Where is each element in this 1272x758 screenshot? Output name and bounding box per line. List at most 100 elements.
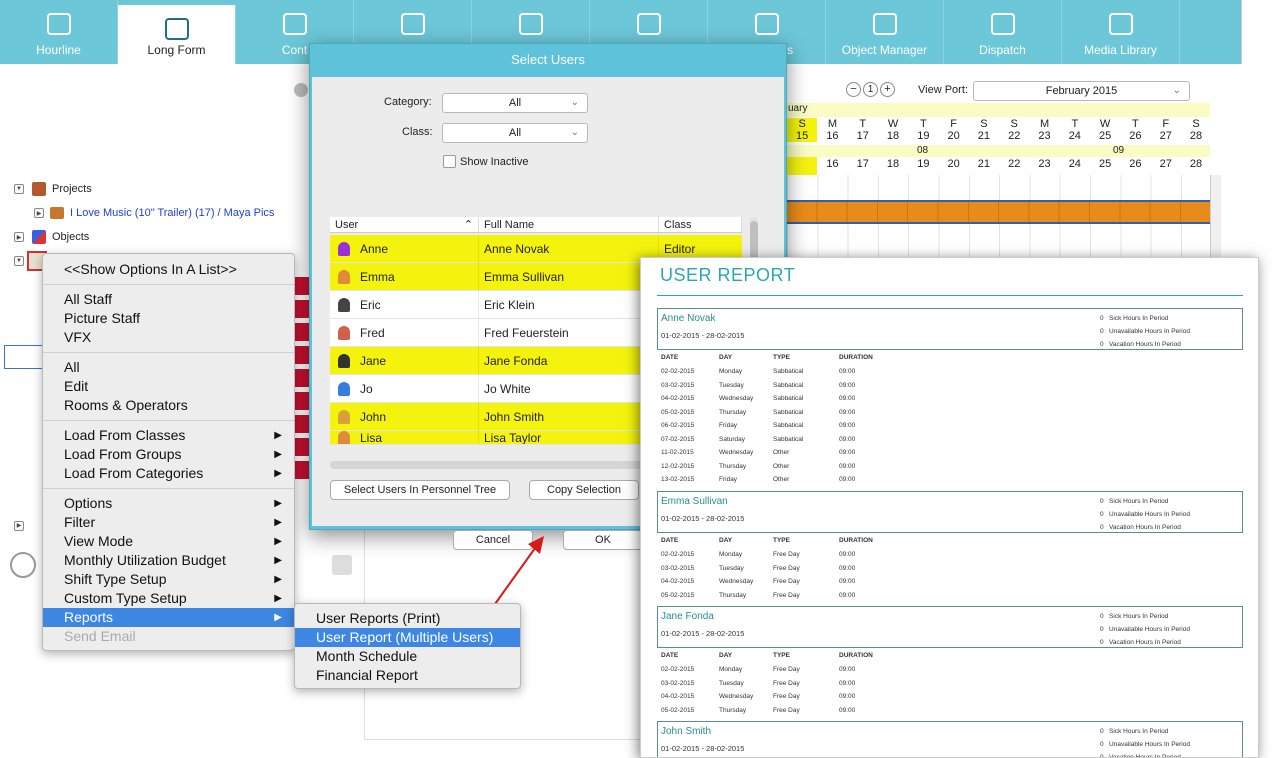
viewport-select[interactable]: February 2015 ⌄ — [973, 81, 1190, 101]
menu-item[interactable]: Options ▶ — [43, 494, 294, 513]
table-hscrollbar[interactable] — [330, 461, 660, 469]
expand-toggle-icon[interactable]: ▶ — [14, 232, 24, 242]
copy-selection-button[interactable]: Copy Selection — [529, 480, 639, 500]
menu-item[interactable]: <<Show Options In A List>> — [43, 260, 294, 279]
submenu-arrow-icon: ▶ — [274, 449, 282, 460]
report-cell: Other — [773, 449, 790, 456]
report-cell: 09:00 — [839, 679, 856, 687]
menu-item[interactable]: View Mode ▶ — [43, 532, 294, 551]
class-value: All — [508, 127, 522, 139]
zoom-icon[interactable] — [332, 555, 352, 575]
report-cell: 09:00 — [839, 591, 856, 599]
user-icon — [338, 353, 350, 368]
stat-value: 0 — [1100, 341, 1104, 348]
zoom-out-icon[interactable]: − — [846, 82, 861, 97]
menu-item[interactable]: All — [43, 358, 294, 377]
report-cell: 09:00 — [839, 693, 856, 700]
cell-user: Eric — [360, 297, 381, 312]
menu-item-label: Load From Classes — [64, 427, 186, 443]
cell-full-name: Fred Feuerstein — [484, 325, 569, 340]
report-cell: Monday — [719, 551, 743, 558]
report-user-box: Anne Novak 01-02-2015 - 28-02-2015 0 Sic… — [657, 308, 1243, 350]
menu-item[interactable]: Load From Categories ▶ — [43, 464, 294, 483]
zoom-in-icon[interactable]: + — [880, 82, 895, 97]
column-header-class[interactable]: Class — [659, 217, 742, 232]
tab-label: Object Manager — [841, 43, 928, 57]
tree-row-projects[interactable]: ▼ Projects — [14, 177, 304, 201]
expand-toggle-icon[interactable]: ▶ — [14, 520, 24, 531]
stat-value: 0 — [1100, 328, 1104, 335]
menu-item[interactable]: Monthly Utilization Budget ▶ — [43, 551, 294, 570]
submenu-item[interactable]: User Reports (Print) — [295, 609, 520, 628]
collapse-toggle-icon[interactable]: ▼ — [14, 184, 24, 194]
collapse-toggle-icon[interactable]: ▼ — [14, 256, 24, 266]
submenu-item[interactable]: Financial Report — [295, 666, 520, 685]
cell-full-name: Jane Fonda — [484, 353, 548, 368]
day-number: 23 — [1038, 158, 1051, 170]
category-label: Category: — [384, 96, 432, 108]
user-icon — [338, 325, 350, 340]
menu-item[interactable]: Filter ▶ — [43, 513, 294, 532]
menu-item[interactable]: VFX — [43, 328, 294, 347]
search-icon[interactable] — [294, 83, 308, 97]
tab-1[interactable]: Long Form — [118, 5, 236, 64]
show-inactive-checkbox[interactable] — [443, 155, 456, 168]
menu-item[interactable]: Custom Type Setup ▶ — [43, 589, 294, 608]
submenu-arrow-icon: ▶ — [274, 593, 282, 604]
calendar-scrollbar[interactable] — [1210, 175, 1221, 257]
column-header-user[interactable]: User ⌃ — [330, 217, 479, 232]
top-navigation-spacer — [1241, 0, 1272, 64]
report-cell: Tuesday — [719, 564, 744, 572]
submenu-item[interactable]: Month Schedule — [295, 647, 520, 666]
select-in-tree-button[interactable]: Select Users In Personnel Tree — [330, 480, 510, 500]
user-report-preview: USER REPORT Anne Novak 01-02-2015 - 28-0… — [640, 257, 1259, 758]
menu-item[interactable]: Reports ▶ — [43, 608, 294, 627]
report-cell: 05-02-2015 — [661, 706, 695, 714]
tree-label-project-item[interactable]: I Love Music (10" Trailer) (17) / Maya P… — [70, 207, 274, 219]
menu-item-label: All — [64, 359, 80, 375]
menu-item[interactable]: Load From Groups ▶ — [43, 445, 294, 464]
report-divider — [657, 295, 1243, 296]
tab-9[interactable]: Media Library — [1062, 0, 1180, 64]
tab-8[interactable]: Dispatch — [944, 0, 1062, 64]
day-number: 27 — [1159, 158, 1172, 170]
menu-item[interactable]: Picture Staff — [43, 309, 294, 328]
menu-item[interactable]: Shift Type Setup ▶ — [43, 570, 294, 589]
column-header-full-name[interactable]: Full Name — [479, 217, 659, 232]
ok-button[interactable]: OK — [563, 530, 643, 550]
tree-row-objects[interactable]: ▶ Objects — [14, 225, 304, 249]
report-col-head: DATE — [661, 354, 679, 361]
report-cell: 06-02-2015 — [661, 422, 695, 429]
menu-item[interactable]: Rooms & Operators — [43, 396, 294, 415]
stat-label: Vacation Hours In Period — [1109, 341, 1181, 348]
report-cell: 09:00 — [839, 408, 856, 416]
tab-7[interactable]: Object Manager — [826, 0, 944, 64]
menu-item-label: Options — [64, 495, 113, 511]
chevron-down-icon: ⌄ — [1172, 85, 1181, 96]
report-cell: Sabbatical — [773, 368, 804, 375]
menu-item[interactable]: Load From Classes ▶ — [43, 426, 294, 445]
stat-value: 0 — [1100, 626, 1104, 633]
tab-0[interactable]: Hourline — [0, 0, 118, 64]
cell-user: Jo — [360, 381, 373, 396]
report-stats: 0 Sick Hours In Period 0 Unavailable Hour… — [1100, 610, 1234, 649]
cell-full-name: John Smith — [484, 409, 545, 424]
booking-bar[interactable] — [787, 200, 1210, 224]
menu-item[interactable]: All Staff — [43, 290, 294, 309]
day-number: 20 — [947, 130, 960, 142]
grid-divider — [364, 739, 644, 740]
expand-toggle-icon[interactable]: ▶ — [34, 208, 44, 218]
report-stats: 0 Sick Hours In Period 0 Unavailable Hour… — [1100, 312, 1234, 351]
user-icon — [338, 431, 350, 444]
class-select[interactable]: All ⌄ — [442, 123, 588, 143]
tree-row-more[interactable]: ▶ — [14, 516, 24, 531]
briefcase-icon — [399, 10, 427, 38]
category-select[interactable]: All ⌄ — [442, 93, 588, 113]
submenu-item[interactable]: User Report (Multiple Users) — [295, 628, 520, 647]
clock-icon[interactable] — [10, 552, 36, 578]
day-number: 28 — [1189, 130, 1203, 142]
menu-item[interactable]: Edit — [43, 377, 294, 396]
day-letter: T — [1071, 118, 1079, 130]
tree-row-project-item[interactable]: ▶ I Love Music (10" Trailer) (17) / Maya… — [14, 201, 304, 225]
zoom-reset-icon[interactable]: 1 — [863, 82, 878, 97]
